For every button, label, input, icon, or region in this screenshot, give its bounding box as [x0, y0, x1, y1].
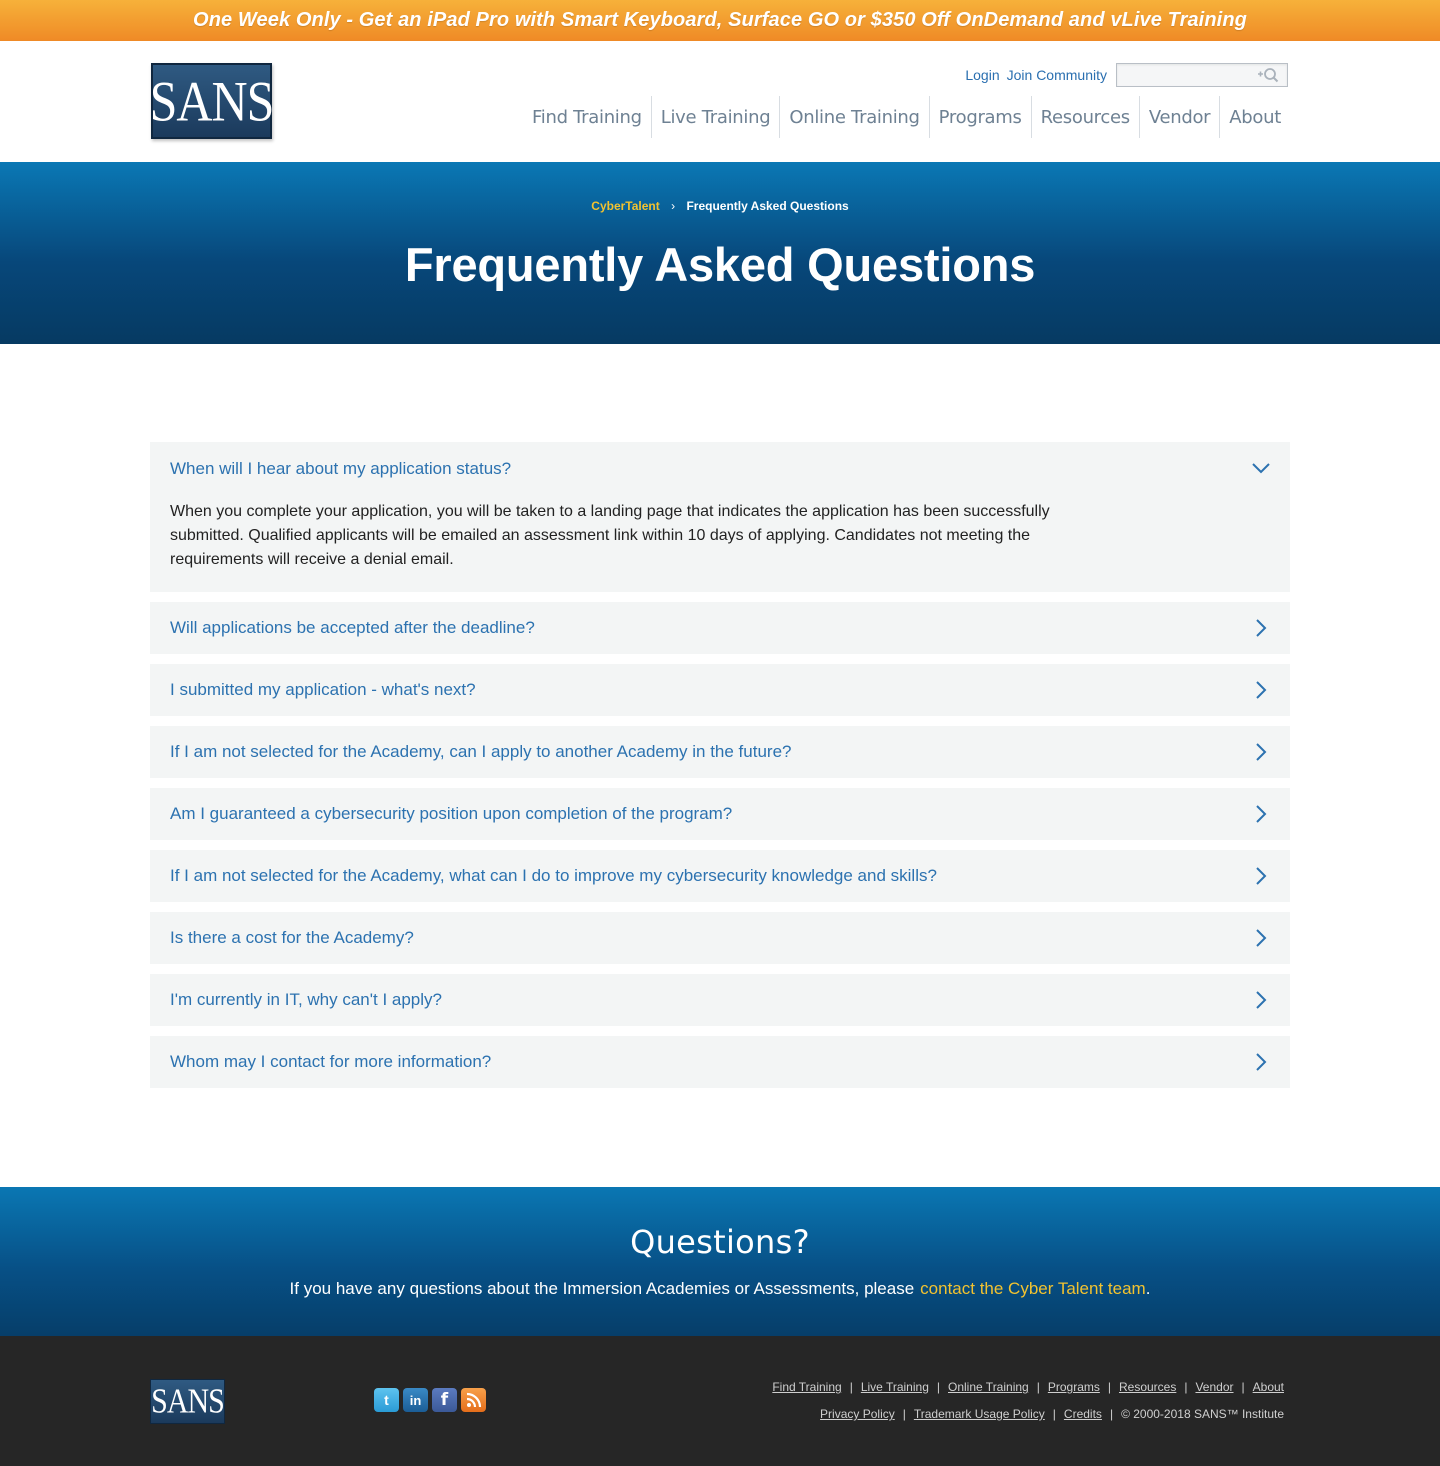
footer-link-vendor[interactable]: Vendor: [1195, 1380, 1233, 1394]
search-icon-svg: [1258, 68, 1279, 83]
chevron-down-icon[interactable]: [1252, 459, 1270, 477]
footer-logo-text: SANS: [151, 1381, 225, 1420]
search-input[interactable]: [1117, 64, 1257, 86]
nav-programs[interactable]: Programs: [928, 96, 1031, 138]
faq-question-toggle[interactable]: When will I hear about my application st…: [150, 442, 1290, 496]
faq-item[interactable]: Am I guaranteed a cybersecurity position…: [150, 788, 1290, 840]
questions-text: If you have any questions about the Imme…: [289, 1279, 915, 1298]
nav-live-training[interactable]: Live Training: [650, 96, 780, 138]
logo-text: SANS: [149, 68, 275, 134]
faq-question[interactable]: I'm currently in IT, why can't I apply?: [170, 990, 442, 1010]
main-nav: Find Training Live Training Online Train…: [523, 96, 1290, 138]
chevron-right-icon[interactable]: [1252, 805, 1270, 823]
faq-question-toggle[interactable]: Am I guaranteed a cybersecurity position…: [150, 788, 1290, 840]
faq-question[interactable]: Whom may I contact for more information?: [170, 1052, 491, 1072]
chevron-right-icon[interactable]: [1252, 1053, 1270, 1071]
search-box: [1116, 63, 1288, 87]
faq-item[interactable]: Is there a cost for the Academy?: [150, 912, 1290, 964]
chevron-right-icon[interactable]: [1252, 743, 1270, 761]
faq-item[interactable]: If I am not selected for the Academy, ca…: [150, 726, 1290, 778]
search-icon[interactable]: [1257, 67, 1279, 86]
faq-question-toggle[interactable]: I'm currently in IT, why can't I apply?: [150, 974, 1290, 1026]
faq-answer: When you complete your application, you …: [170, 503, 1050, 568]
utility-links: Login Join Community: [965, 63, 1288, 87]
faq-question[interactable]: Is there a cost for the Academy?: [170, 928, 414, 948]
chevron-right-icon[interactable]: [1252, 991, 1270, 1009]
faq-question[interactable]: Am I guaranteed a cybersecurity position…: [170, 804, 732, 824]
faq-question-toggle[interactable]: Will applications be accepted after the …: [150, 602, 1290, 654]
faq-item[interactable]: Will applications be accepted after the …: [150, 602, 1290, 654]
faq-question-toggle[interactable]: I submitted my application - what's next…: [150, 664, 1290, 716]
facebook-icon[interactable]: f: [432, 1388, 457, 1412]
promo-banner[interactable]: One Week Only - Get an iPad Pro with Sma…: [0, 0, 1440, 41]
twitter-icon[interactable]: t: [374, 1388, 399, 1412]
social-links: t in f: [374, 1388, 486, 1412]
questions-section: Questions? If you have any questions abo…: [0, 1187, 1440, 1336]
rss-icon[interactable]: [461, 1388, 486, 1412]
sans-logo[interactable]: SANS: [149, 63, 275, 139]
footer-link-live-training[interactable]: Live Training: [861, 1380, 929, 1394]
faq-list: When will I hear about my application st…: [150, 442, 1290, 1098]
faq-question-toggle[interactable]: Whom may I contact for more information?: [150, 1036, 1290, 1088]
faq-question[interactable]: Will applications be accepted after the …: [170, 618, 535, 638]
site-footer: SANS t in f Find Training | Live Training…: [0, 1336, 1440, 1466]
copyright-text: © 2000-2018 SANS™ Institute: [1121, 1407, 1284, 1421]
footer-link-resources[interactable]: Resources: [1119, 1380, 1176, 1394]
faq-question[interactable]: When will I hear about my application st…: [170, 459, 511, 479]
join-community-link[interactable]: Join Community: [1007, 67, 1107, 83]
trademark-policy-link[interactable]: Trademark Usage Policy: [914, 1407, 1045, 1421]
promo-text[interactable]: One Week Only - Get an iPad Pro with Sma…: [193, 9, 1247, 32]
faq-item[interactable]: I submitted my application - what's next…: [150, 664, 1290, 716]
faq-question[interactable]: If I am not selected for the Academy, wh…: [170, 866, 937, 886]
faq-question[interactable]: If I am not selected for the Academy, ca…: [170, 742, 792, 762]
login-link[interactable]: Login: [965, 67, 999, 83]
footer-link-about[interactable]: About: [1253, 1380, 1284, 1394]
breadcrumb-cybertalent-link[interactable]: CyberTalent: [591, 199, 659, 213]
breadcrumb-separator: ›: [671, 199, 676, 213]
page-title: Frequently Asked Questions: [404, 238, 1036, 291]
site-header: SANS Login Join Community Find Training …: [0, 41, 1440, 162]
faq-question[interactable]: I submitted my application - what's next…: [170, 680, 476, 700]
breadcrumb-current: Frequently Asked Questions: [686, 199, 849, 213]
chevron-right-icon[interactable]: [1252, 867, 1270, 885]
questions-title: Questions?: [630, 1223, 810, 1261]
footer-link-find-training[interactable]: Find Training: [772, 1380, 841, 1394]
footer-sans-logo[interactable]: SANS: [150, 1379, 225, 1424]
footer-nav: Find Training | Live Training | Online Tra…: [772, 1380, 1284, 1394]
breadcrumb: CyberTalent › Frequently Asked Questions: [0, 162, 1440, 213]
faq-item: When will I hear about my application st…: [150, 442, 1290, 592]
footer-link-online-training[interactable]: Online Training: [948, 1380, 1029, 1394]
chevron-right-icon[interactable]: [1252, 929, 1270, 947]
chevron-right-icon[interactable]: [1252, 681, 1270, 699]
faq-question-toggle[interactable]: Is there a cost for the Academy?: [150, 912, 1290, 964]
nav-find-training[interactable]: Find Training: [523, 96, 651, 138]
nav-vendor[interactable]: Vendor: [1138, 96, 1219, 138]
faq-item[interactable]: If I am not selected for the Academy, wh…: [150, 850, 1290, 902]
faq-item[interactable]: Whom may I contact for more information?: [150, 1036, 1290, 1088]
nav-resources[interactable]: Resources: [1030, 96, 1139, 138]
questions-period: .: [1145, 1279, 1151, 1298]
faq-item[interactable]: I'm currently in IT, why can't I apply?: [150, 974, 1290, 1026]
faq-question-toggle[interactable]: If I am not selected for the Academy, ca…: [150, 726, 1290, 778]
chevron-right-icon[interactable]: [1252, 619, 1270, 637]
faq-question-toggle[interactable]: If I am not selected for the Academy, wh…: [150, 850, 1290, 902]
contact-cyber-talent-link[interactable]: contact the Cyber Talent team: [920, 1279, 1146, 1298]
rss-icon-svg: [466, 1392, 481, 1408]
hero-banner: CyberTalent › Frequently Asked Questions…: [0, 162, 1440, 344]
linkedin-icon[interactable]: in: [403, 1388, 428, 1412]
nav-online-training[interactable]: Online Training: [779, 96, 928, 138]
footer-legal: Privacy Policy | Trademark Usage Policy | …: [820, 1407, 1284, 1421]
privacy-policy-link[interactable]: Privacy Policy: [820, 1407, 895, 1421]
questions-text-line: If you have any questions about the Imme…: [0, 1279, 1440, 1299]
nav-about[interactable]: About: [1219, 96, 1290, 138]
footer-link-programs[interactable]: Programs: [1048, 1380, 1100, 1394]
credits-link[interactable]: Credits: [1064, 1407, 1102, 1421]
